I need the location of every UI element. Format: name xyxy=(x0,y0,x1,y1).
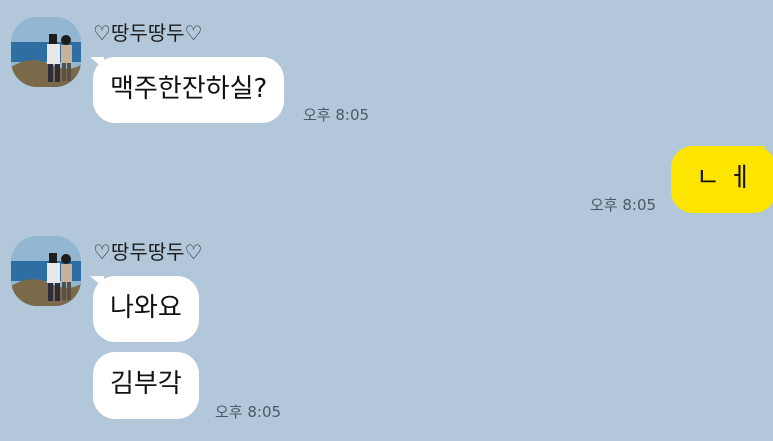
message-timestamp: 오후 8:05 xyxy=(590,196,657,214)
avatar[interactable] xyxy=(11,236,81,306)
message-timestamp: 오후 8:05 xyxy=(303,106,370,124)
message-bubble[interactable]: 맥주한잔하실? xyxy=(93,57,285,123)
message-timestamp: 오후 8:05 xyxy=(215,403,282,421)
sender-name: ♡땅두땅두♡ xyxy=(93,240,203,264)
avatar-image xyxy=(11,236,81,306)
message-bubble[interactable]: 나와요 xyxy=(93,276,199,342)
bubble-tail xyxy=(752,146,766,158)
message-bubble[interactable]: 김부각 xyxy=(93,352,199,419)
sender-name: ♡땅두땅두♡ xyxy=(93,21,203,45)
avatar[interactable] xyxy=(11,17,81,87)
chat-area: ♡땅두땅두♡ 맥주한잔하실? 오후 8:05 오후 8:05 ㄴ ㅔ ♡땅두땅두… xyxy=(0,0,773,441)
avatar-image xyxy=(11,17,81,87)
